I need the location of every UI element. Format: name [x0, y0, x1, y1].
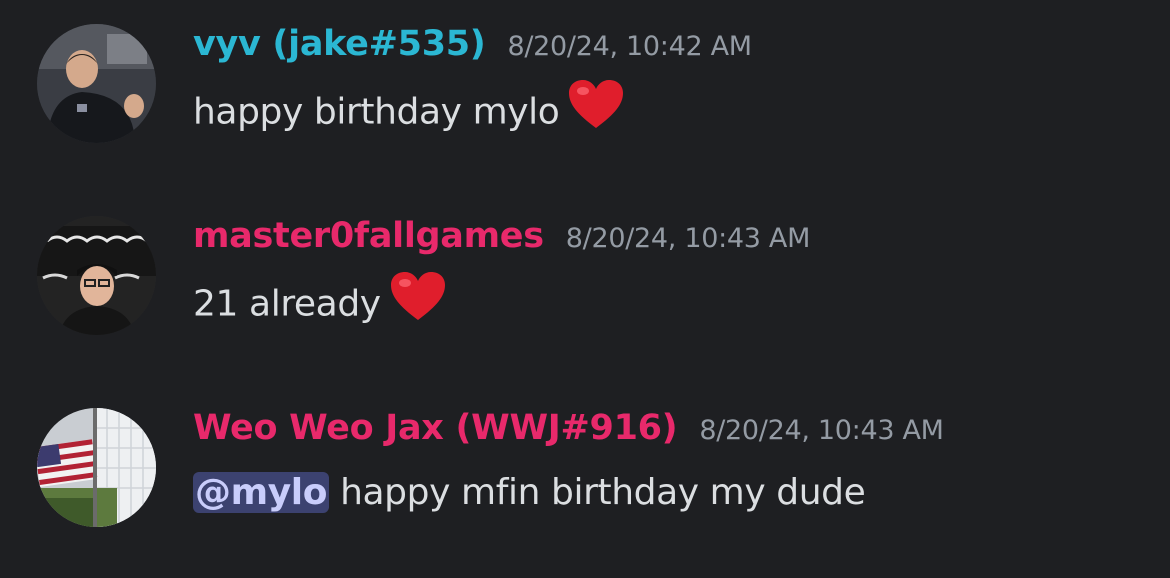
chat-messages: vyv (jake#535) 8/20/24, 10:42 AM happy bi…: [0, 0, 1170, 578]
heart-emoji: [569, 80, 624, 139]
avatar[interactable]: [37, 24, 156, 143]
username[interactable]: master0fallgames: [193, 216, 544, 256]
message-text: happy birthday mylo: [193, 91, 560, 133]
timestamp: 8/20/24, 10:42 AM: [507, 31, 753, 62]
username[interactable]: Weo Weo Jax (WWJ#916): [193, 408, 678, 448]
avatar-image: [37, 24, 156, 143]
timestamp: 8/20/24, 10:43 AM: [565, 223, 811, 254]
avatar[interactable]: [37, 408, 156, 527]
user-mention[interactable]: @mylo: [193, 472, 330, 513]
message-header: vyv (jake#535) 8/20/24, 10:42 AM: [193, 24, 752, 64]
message-content: 21 already: [193, 272, 445, 335]
message-text: 21 already: [193, 283, 381, 325]
message: vyv (jake#535) 8/20/24, 10:42 AM happy bi…: [0, 0, 1170, 143]
avatar[interactable]: [37, 216, 156, 335]
message-header: Weo Weo Jax (WWJ#916) 8/20/24, 10:43 AM: [193, 408, 944, 448]
avatar-image: [37, 216, 156, 335]
message-text: happy mfin birthday my dude: [329, 472, 866, 513]
username[interactable]: vyv (jake#535): [193, 24, 486, 64]
heart-emoji: [390, 272, 445, 331]
message-content: happy birthday mylo: [193, 80, 624, 143]
message-content: @mylo happy mfin birthday my dude: [193, 472, 866, 513]
message-header: master0fallgames 8/20/24, 10:43 AM: [193, 216, 810, 256]
message: master0fallgames 8/20/24, 10:43 AM 21 alr…: [0, 192, 1170, 335]
timestamp: 8/20/24, 10:43 AM: [699, 415, 944, 446]
avatar-image: [37, 408, 156, 527]
message: Weo Weo Jax (WWJ#916) 8/20/24, 10:43 AM @…: [0, 384, 1170, 527]
